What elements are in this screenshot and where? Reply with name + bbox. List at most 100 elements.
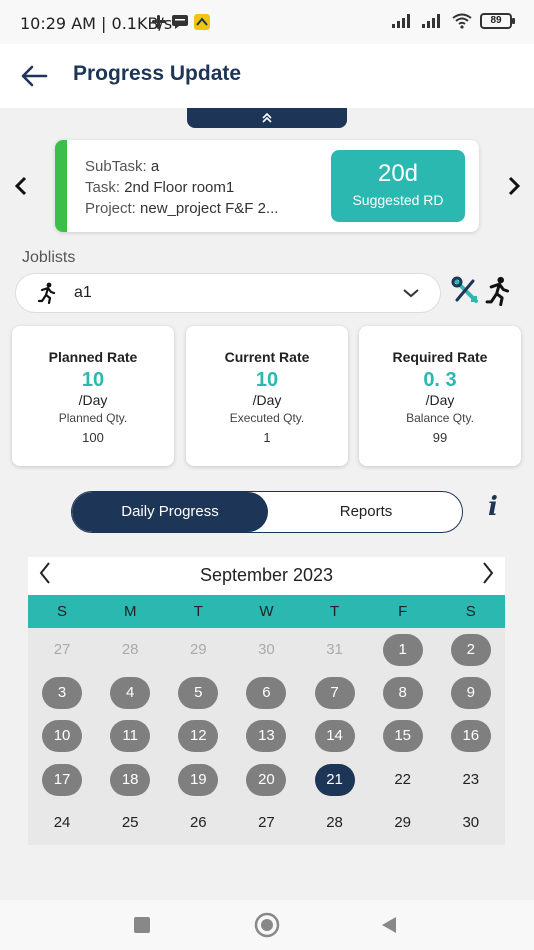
calendar-day[interactable]: 25 [110,807,150,839]
calendar-day[interactable]: 27 [42,634,82,666]
calendar-day[interactable]: 16 [450,720,491,753]
calendar-day[interactable]: 15 [382,720,423,753]
task-card[interactable]: SubTask: a Task: 2nd Floor room1 Project… [55,140,479,232]
calendar-cell: 9 [437,677,505,710]
calendar-week-row: 10 11 12 13 14 15 16 [28,715,505,758]
calendar-day[interactable]: 28 [110,634,150,666]
calendar-day[interactable]: 2 [450,633,491,666]
qty-value: 100 [82,430,104,445]
weekday-label: M [123,603,137,620]
progress-view-toggle: Daily Progress Reports [71,491,463,533]
calendar: September 2023 S M T W T F S 27 28 29 30 31 1… [28,557,505,845]
calendar-day[interactable]: 12 [178,720,219,753]
tab-daily-progress[interactable]: Daily Progress [72,492,268,532]
next-task-icon[interactable] [505,176,523,196]
joblist-selected-value: a1 [74,284,92,301]
calendar-day[interactable]: 4 [110,677,151,710]
calendar-day[interactable]: 31 [315,634,355,666]
calendar-day[interactable]: 13 [246,720,287,753]
calendar-day[interactable]: 1 [382,633,423,666]
calendar-next-month-icon[interactable] [481,560,495,586]
calendar-cell: 18 [96,763,164,796]
calendar-cell: 17 [28,763,96,796]
calendar-cell: 19 [164,763,232,796]
info-icon[interactable]: i [488,492,498,522]
calendar-day[interactable]: 7 [314,677,355,710]
calendar-day[interactable]: 9 [450,677,491,710]
status-system-icons: 89 [392,13,515,29]
calendar-cell: 26 [164,807,232,839]
calendar-day[interactable]: 8 [382,677,423,710]
status-time: 10:29 AM | 0.1KB/s [20,14,173,33]
calendar-day[interactable]: 6 [246,677,287,710]
calendar-day[interactable]: 24 [42,807,82,839]
status-bar: 10:29 AM | 0.1KB/s 89 [0,0,534,44]
weekday-label: T [329,603,340,620]
calendar-day[interactable]: 29 [383,807,423,839]
calendar-day[interactable]: 23 [451,764,491,796]
calendar-day[interactable]: 3 [42,677,83,710]
rate-unit: /Day [252,392,282,408]
back-arrow-icon[interactable] [18,60,50,92]
calendar-day[interactable]: 17 [42,763,83,796]
rate-title: Current Rate [224,349,310,365]
joblist-tools[interactable] [451,276,513,306]
slack-icon [152,15,166,29]
calendar-cell: 16 [437,720,505,753]
previous-task-icon[interactable] [12,176,30,196]
home-icon[interactable] [254,912,280,938]
signal-icon [422,14,440,28]
calendar-cell: 30 [437,807,505,839]
wrench-screwdriver-icon[interactable] [451,276,481,306]
calendar-day[interactable]: 30 [451,807,491,839]
calendar-week-row: 17 18 19 20 21 22 23 [28,758,505,801]
calendar-day[interactable]: 11 [110,720,151,753]
tab-reports[interactable]: Reports [268,492,462,532]
calendar-cell: 28 [96,634,164,666]
collapse-button[interactable] [187,108,347,128]
calendar-cell: 29 [369,807,437,839]
calendar-day-selected[interactable]: 21 [314,763,355,796]
project-line: Project: new_project F&F 2... [85,200,279,217]
calendar-cell: 24 [28,807,96,839]
calendar-day[interactable]: 14 [314,720,355,753]
page-title: Progress Update [73,62,242,85]
weekday-label: T [193,603,203,620]
calendar-day[interactable]: 18 [110,763,151,796]
calendar-cell: 11 [96,720,164,753]
calendar-cell: 3 [28,677,96,710]
wifi-icon [452,13,472,29]
rate-title: Planned Rate [48,349,138,365]
rate-unit: /Day [425,392,455,408]
rate-value: 10 [81,369,105,391]
calendar-day[interactable]: 19 [178,763,219,796]
calendar-cell: 22 [369,764,437,796]
project-value: new_project F&F 2... [140,200,279,217]
signal-icon [392,14,410,28]
calendar-cell: 7 [301,677,369,710]
joblist-dropdown[interactable]: a1 [15,273,441,313]
calendar-day[interactable]: 27 [246,807,286,839]
running-person-icon[interactable] [483,276,513,306]
weekday-label: S [57,603,68,620]
calendar-day[interactable]: 20 [246,763,287,796]
qty-label: Executed Qty. [229,411,305,425]
calendar-day[interactable]: 26 [178,807,218,839]
recent-apps-icon[interactable] [134,917,150,933]
calendar-day[interactable]: 30 [246,634,286,666]
calendar-day[interactable]: 22 [383,764,423,796]
status-notification-icons [152,14,210,30]
task-value: 2nd Floor room1 [124,179,235,196]
calendar-header: September 2023 [28,557,505,595]
weekday-label: W [259,603,274,620]
planned-rate-card: Planned Rate 10 /Day Planned Qty. 100 [12,326,174,466]
status-indicator-bar [55,140,67,232]
calendar-day[interactable]: 28 [315,807,355,839]
calendar-day[interactable]: 10 [42,720,83,753]
calendar-day[interactable]: 5 [178,677,219,710]
qty-value: 1 [263,430,271,445]
calendar-cell: 6 [232,677,300,710]
calendar-day[interactable]: 29 [178,634,218,666]
back-icon[interactable] [380,916,398,934]
app-notification-icon [194,14,210,30]
